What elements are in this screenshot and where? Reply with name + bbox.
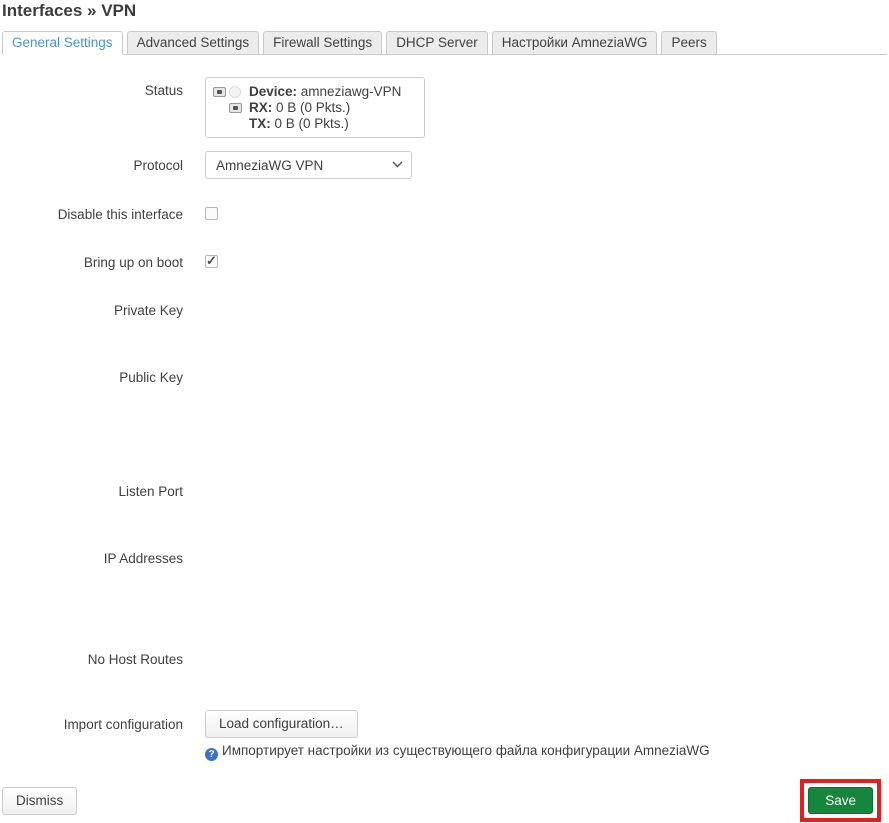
no-host-routes-field xyxy=(205,651,887,668)
ip-addresses-row: IP Addresses xyxy=(2,550,887,567)
status-rx-line: RX: 0 B (0 Pkts.) xyxy=(206,100,416,116)
disable-interface-row: Disable this interface xyxy=(2,206,887,222)
protocol-select[interactable]: AmneziaWG VPN xyxy=(205,151,412,179)
ip-addresses-field xyxy=(205,550,887,567)
bring-up-on-boot-checkbox[interactable] xyxy=(205,253,218,269)
private-key-label: Private Key xyxy=(113,303,183,318)
tab-amneziawg-settings[interactable]: Настройки AmneziaWG xyxy=(491,31,658,55)
chevron-down-icon xyxy=(392,157,403,171)
interface-status-box: Device: amneziawg-VPN RX: 0 B (0 Pkts.) … xyxy=(205,77,425,138)
no-host-routes-row: No Host Routes xyxy=(2,651,887,668)
interface-state-icon xyxy=(229,86,241,98)
status-device-line: Device: amneziawg-VPN xyxy=(206,84,416,100)
public-key-field xyxy=(205,369,887,386)
private-key-row: Private Key xyxy=(2,302,887,319)
import-configuration-help-text: Импортирует настройки из существующего ф… xyxy=(222,743,710,758)
protocol-label: Protocol xyxy=(133,158,183,173)
tab-general-settings[interactable]: General Settings xyxy=(2,31,123,55)
footer-bar: Dismiss Save xyxy=(2,779,887,822)
disable-interface-checkbox[interactable] xyxy=(205,207,218,220)
tab-dhcp-server[interactable]: DHCP Server xyxy=(386,31,488,55)
load-configuration-button[interactable]: Load configuration… xyxy=(205,710,358,738)
listen-port-label: Listen Port xyxy=(118,484,183,499)
tx-label: TX: xyxy=(249,116,271,131)
tunnel-interface-icon xyxy=(229,103,242,113)
rx-label: RX: xyxy=(249,100,273,115)
tab-bar: General Settings Advanced Settings Firew… xyxy=(2,30,887,55)
disable-interface-label: Disable this interface xyxy=(57,207,183,222)
import-configuration-help: ? Импортирует настройки из существующего … xyxy=(205,743,887,761)
tab-peers[interactable]: Peers xyxy=(661,31,717,55)
page-title: Interfaces » VPN xyxy=(2,1,137,20)
bring-up-on-boot-label: Bring up on boot xyxy=(83,255,183,270)
status-tx-line: TX: 0 B (0 Pkts.) xyxy=(206,116,416,132)
import-configuration-row: Import configuration Load configuration…… xyxy=(2,710,887,761)
listen-port-field xyxy=(205,483,887,500)
annotation-highlight-box: Save xyxy=(800,779,881,822)
no-host-routes-label: No Host Routes xyxy=(87,652,183,667)
status-row: Status Device: amneziawg-VPN RX: 0 B (0 … xyxy=(2,77,887,138)
save-button[interactable]: Save xyxy=(808,787,873,814)
public-key-label: Public Key xyxy=(119,370,183,385)
status-label: Status xyxy=(144,83,183,98)
help-question-icon: ? xyxy=(205,748,218,761)
public-key-row: Public Key xyxy=(2,369,887,386)
tx-value: 0 B (0 Pkts.) xyxy=(274,116,349,131)
import-configuration-label: Import configuration xyxy=(63,717,183,732)
private-key-field xyxy=(205,302,887,319)
tab-firewall-settings[interactable]: Firewall Settings xyxy=(263,31,383,55)
device-value: amneziawg-VPN xyxy=(300,84,402,99)
listen-port-row: Listen Port xyxy=(2,483,887,500)
device-label: Device: xyxy=(249,84,298,99)
bring-up-on-boot-row: Bring up on boot xyxy=(2,253,887,270)
dismiss-button[interactable]: Dismiss xyxy=(2,786,78,815)
rx-value: 0 B (0 Pkts.) xyxy=(276,100,351,115)
protocol-row: Protocol AmneziaWG VPN xyxy=(2,151,887,179)
general-settings-form: Status Device: amneziawg-VPN RX: 0 B (0 … xyxy=(2,77,887,761)
ip-addresses-label: IP Addresses xyxy=(103,551,183,566)
protocol-selected-value: AmneziaWG VPN xyxy=(216,157,324,173)
tunnel-interface-icon xyxy=(213,87,226,97)
tab-advanced-settings[interactable]: Advanced Settings xyxy=(126,31,260,55)
